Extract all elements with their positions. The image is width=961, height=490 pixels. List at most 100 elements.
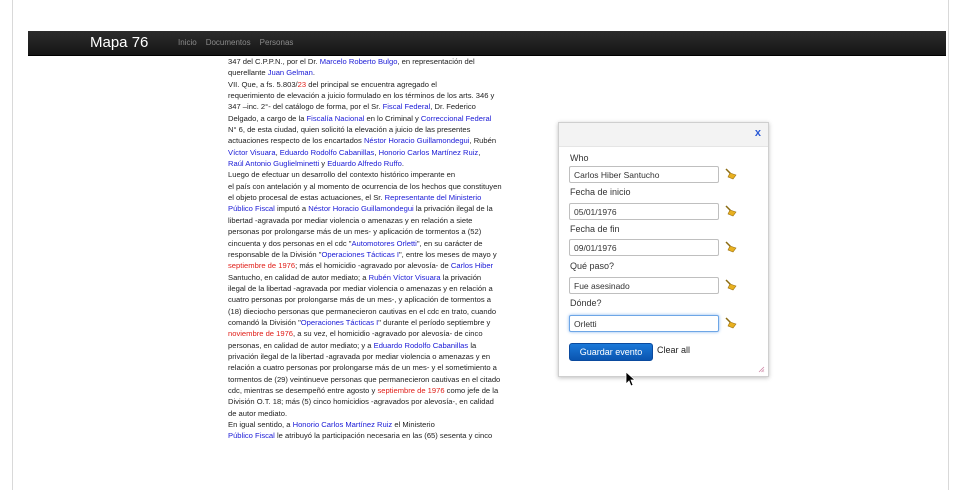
entity-link[interactable]: Raúl Antonio Guglielminetti [228,159,319,168]
document-line: el objeto procesal de estas actuaciones,… [228,192,546,203]
entity-link[interactable]: Operaciones Tácticas I [321,250,399,259]
text-run: Santucho, en calidad de autor mediato; a [228,272,369,282]
text-run: , en representación del [397,57,475,66]
entity-link[interactable]: Carlos Hiber [451,261,493,270]
text-run: de autor mediato. [228,408,288,418]
text-run: En igual sentido, a [228,420,293,429]
document-line: Víctor Visuara, Eduardo Rodolfo Cabanill… [228,147,546,158]
text-run: ", entre los meses de mayo y [398,249,497,259]
clear-field-icon[interactable] [724,168,738,180]
entity-link[interactable]: Marcelo Roberto Bulgo [320,57,398,66]
page-frame-right [948,0,949,490]
save-event-button[interactable]: Guardar evento [569,343,653,361]
document-line: noviembre de 1976, a su vez, el homicidi… [228,328,546,339]
nav-link-inicio[interactable]: Inicio [178,38,197,47]
close-icon[interactable]: x [755,127,761,139]
panel-header: x [559,123,768,147]
fecha-inicio-label: Fecha de inicio [570,187,631,197]
entity-link[interactable]: Representante del Ministerio [385,193,482,202]
date-mention[interactable]: 23 [298,80,306,89]
text-run: imputó a [274,204,309,214]
entity-link[interactable]: Néstor Horacio Guillamondegui [364,136,470,145]
text-run: como jefe de la [444,385,499,395]
document-line: libertad -agravada por mediar violencia … [228,215,546,226]
entity-link[interactable]: Fiscal Federal [383,102,431,111]
document-line: de autor mediato. [228,408,546,419]
text-run: le atribuyó la participación necesaria e… [274,431,493,441]
clear-field-icon[interactable] [724,241,738,253]
entity-link[interactable]: Eduardo Alfredo Ruffo [327,159,402,168]
document-line: personas, en calidad de autor mediato; y… [228,340,546,351]
text-run: del principal se encuentra agregado el [306,79,437,89]
entity-link[interactable]: Néstor Horacio Guillamondegui [308,204,414,213]
date-mention[interactable]: septiembre de 1976 [228,261,295,270]
mouse-cursor-icon [625,371,635,387]
text-run: el objeto procesal de estas actuaciones,… [228,193,385,203]
entity-link[interactable]: Rubén Víctor Visuara [369,273,441,282]
document-line: VII. Que, a fs. 5.803/23 del principal s… [228,79,546,90]
document-line: requerimiento de elevación a juicio form… [228,90,546,101]
document-line: Público Fiscal imputó a Néstor Horacio G… [228,203,546,214]
document-line: Público Fiscal le atribuyó la participac… [228,430,546,441]
document-line: 347 del C.P.P.N., por el Dr. Marcelo Rob… [228,56,546,67]
text-run: cincuenta y dos personas en el cdc " [228,238,352,248]
clear-field-icon[interactable] [724,279,738,291]
text-run: , a su vez, el homicidio -agravado por a… [293,329,483,339]
text-run: 347 del C.P.P.N., por el Dr. [228,57,320,66]
who-input[interactable] [569,166,719,183]
clear-field-icon[interactable] [724,205,738,217]
text-run: cuatro personas por prolongarse más de u… [228,295,491,305]
entity-link[interactable]: Honorio Carlos Martínez Ruiz [293,420,393,429]
date-mention[interactable]: noviembre de 1976 [228,329,293,338]
nav-link-personas[interactable]: Personas [260,38,294,47]
text-run: ; más el homicidio -agravado por alevosí… [295,261,451,271]
fecha-inicio-input[interactable] [569,203,719,220]
text-run: comandó la División " [228,317,301,327]
entity-link[interactable]: Juan Gelman [268,68,313,77]
text-run: 347 –inc. 2°- del catálogo de forma, por… [228,102,383,112]
clear-field-icon[interactable] [724,317,738,329]
text-run: el Ministerio [392,420,435,429]
document-text: 347 del C.P.P.N., por el Dr. Marcelo Rob… [228,56,546,442]
entity-link[interactable]: Eduardo Rodolfo Cabanillas [374,341,469,350]
text-run: y [319,159,328,169]
fecha-fin-input[interactable] [569,239,719,256]
text-run: Luego de efectuar un desarrollo del cont… [228,170,456,180]
entity-link[interactable]: Público Fiscal [228,431,275,440]
document-line: 347 –inc. 2°- del catálogo de forma, por… [228,101,546,112]
page-frame-left [12,0,13,490]
text-run: " durante el período septiembre y [378,317,491,327]
entity-link[interactable]: Correccional Federal [421,114,491,123]
entity-link[interactable]: Eduardo Rodolfo Cabanillas [280,148,375,157]
clear-all-link[interactable]: Clear all [657,345,690,355]
entity-link[interactable]: Operaciones Tácticas I [301,318,379,327]
entity-link[interactable]: Fiscalía Nacional [307,114,365,123]
nav-link-documentos[interactable]: Documentos [206,38,251,47]
text-run: Delgado, a cargo de la [228,113,307,123]
entity-link[interactable]: Automotores Orletti [351,239,416,248]
document-line: tormentos de (29) veintinueve personas q… [228,374,546,385]
event-form-panel: x Who Fecha de inicio Fecha de fin Qué p… [558,122,769,377]
document-line: actuaciones respecto de los encartados N… [228,135,546,146]
entity-link[interactable]: Víctor Visuara [228,148,276,157]
entity-link[interactable]: Honorio Carlos Martínez Ruiz [379,148,479,157]
date-mention[interactable]: septiembre de 1976 [377,386,444,395]
resize-handle-icon[interactable] [758,366,765,373]
text-run: relación a cuatro personas por prolongar… [228,363,497,373]
document-line: cuatro personas por prolongarse más de u… [228,294,546,305]
top-navbar: Mapa 76 Inicio Documentos Personas [28,31,946,56]
document-line: querellante Juan Gelman. [228,67,546,78]
document-line: Santucho, en calidad de autor mediato; a… [228,272,546,283]
document-line: responsable de la División "Operaciones … [228,249,546,260]
donde-input[interactable] [569,315,719,332]
text-run: actuaciones respecto de los encartados [228,136,364,146]
entity-link[interactable]: Público Fiscal [228,204,275,213]
text-run: la [468,340,477,350]
text-run: requerimiento de elevación a juicio form… [228,91,495,101]
nav-links: Inicio Documentos Personas [178,38,293,47]
que-paso-input[interactable] [569,277,719,294]
document-line: personas por prolongarse más de un mes- … [228,226,546,237]
text-run: personas, en calidad de autor mediato; y… [228,340,374,350]
brand-title[interactable]: Mapa 76 [90,34,148,51]
text-run: , Dr. Federico [430,102,476,112]
